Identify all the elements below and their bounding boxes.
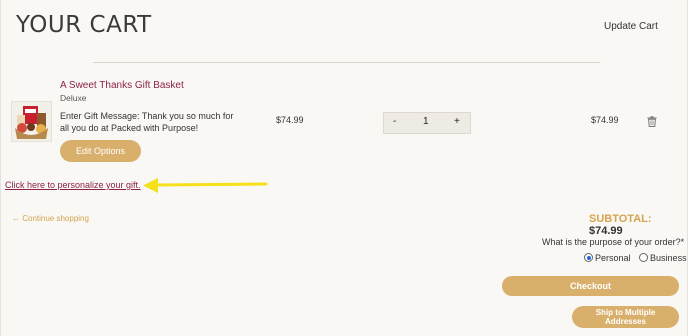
subtotal-value: $74.99	[589, 225, 623, 237]
personalize-gift-link[interactable]: Click here to personalize your gift.	[5, 180, 141, 190]
gift-message-text: Enter Gift Message: Thank you so much fo…	[60, 111, 234, 133]
subtotal-label: SUBTOTAL:	[589, 213, 652, 225]
radio-business[interactable]: Business	[639, 253, 687, 263]
header-divider	[93, 62, 600, 63]
radio-business-label[interactable]: Business	[650, 253, 687, 263]
yellow-arrow-icon	[143, 178, 268, 193]
product-thumbnail[interactable]	[11, 101, 52, 142]
update-cart-link[interactable]: Update Cart	[604, 21, 658, 32]
gift-basket-image	[12, 102, 51, 141]
product-name-link[interactable]: A Sweet Thanks Gift Basket	[60, 80, 184, 91]
quantity-stepper: - 1 +	[383, 112, 471, 134]
decrease-quantity-button[interactable]: -	[393, 116, 396, 127]
order-purpose-question: What is the purpose of your order?*	[542, 237, 685, 247]
increase-quantity-button[interactable]: +	[454, 116, 460, 127]
checkout-button[interactable]: Checkout	[502, 276, 679, 296]
subtotal: SUBTOTAL: $74.99	[589, 213, 688, 237]
radio-personal[interactable]: Personal	[584, 253, 631, 263]
continue-shopping-link[interactable]: ← Continue shopping	[12, 214, 89, 223]
line-total: $74.99	[591, 115, 619, 125]
quantity-value[interactable]: 1	[423, 116, 429, 127]
page-title: YOUR CART	[16, 12, 152, 38]
edit-options-button[interactable]: Edit Options	[60, 140, 141, 162]
radio-personal-label[interactable]: Personal	[595, 253, 631, 263]
left-border	[0, 0, 1, 336]
ship-multiple-addresses-button[interactable]: Ship to Multiple Addresses	[572, 306, 679, 328]
trash-icon[interactable]	[647, 116, 657, 127]
radio-selected-icon[interactable]	[584, 253, 593, 262]
order-purpose-options: Personal Business	[584, 253, 687, 263]
product-variant: Deluxe	[60, 93, 87, 103]
unit-price: $74.99	[276, 115, 304, 125]
radio-unselected-icon[interactable]	[639, 253, 649, 262]
